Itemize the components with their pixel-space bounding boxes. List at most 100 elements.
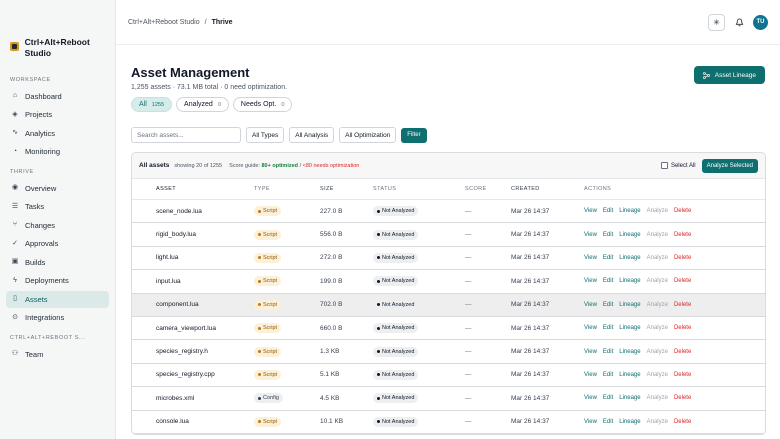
- edit-link[interactable]: Edit: [603, 278, 613, 284]
- lineage-link[interactable]: Lineage: [619, 419, 640, 425]
- sidebar-item-analytics[interactable]: ∿ Analytics: [6, 125, 109, 142]
- analyze-link[interactable]: Analyze: [647, 349, 668, 355]
- edit-link[interactable]: Edit: [603, 302, 613, 308]
- sidebar-item-tasks[interactable]: ☰ Tasks: [6, 198, 109, 215]
- filter-pill-needs-opt[interactable]: Needs Opt. 0: [232, 97, 293, 112]
- delete-link[interactable]: Delete: [674, 302, 691, 308]
- asset-lineage-button[interactable]: Asset Lineage: [693, 66, 765, 84]
- view-link[interactable]: View: [584, 395, 597, 401]
- analyze-link[interactable]: Analyze: [647, 372, 668, 378]
- table-row[interactable]: scene_node.lua Script 227.0 B Not Analyzed —…: [132, 200, 765, 224]
- delete-link[interactable]: Delete: [674, 278, 691, 284]
- sidebar-item-builds[interactable]: ▣ Builds: [6, 254, 109, 271]
- asset-name[interactable]: console.lua: [132, 418, 254, 425]
- view-link[interactable]: View: [584, 302, 597, 308]
- lineage-link[interactable]: Lineage: [619, 395, 640, 401]
- delete-link[interactable]: Delete: [674, 208, 691, 214]
- view-link[interactable]: View: [584, 278, 597, 284]
- avatar[interactable]: TU: [753, 14, 768, 30]
- edit-link[interactable]: Edit: [603, 349, 613, 355]
- table-row[interactable]: species_registry.h Script 1.3 KB Not Analyz…: [132, 340, 765, 364]
- search-input[interactable]: Search assets...: [131, 127, 241, 143]
- analyze-link[interactable]: Analyze: [647, 325, 668, 331]
- edit-link[interactable]: Edit: [603, 325, 613, 331]
- asset-name[interactable]: microbes.xml: [132, 395, 254, 402]
- sidebar-item-monitoring[interactable]: ◔ Monitoring: [6, 143, 109, 160]
- table-row[interactable]: component.lua Script 702.0 B Not Analyzed — M…: [132, 293, 765, 317]
- col-type[interactable]: TYPE: [254, 186, 320, 192]
- edit-link[interactable]: Edit: [603, 419, 613, 425]
- delete-link[interactable]: Delete: [674, 372, 691, 378]
- table-row[interactable]: input.lua Script 199.0 B Not Analyzed — Mar 2…: [132, 270, 765, 294]
- delete-link[interactable]: Delete: [674, 395, 691, 401]
- view-link[interactable]: View: [584, 255, 597, 261]
- lineage-link[interactable]: Lineage: [619, 208, 640, 214]
- select-all-checkbox[interactable]: [660, 162, 668, 169]
- col-size[interactable]: SIZE: [320, 186, 373, 192]
- delete-link[interactable]: Delete: [674, 349, 691, 355]
- analyze-link[interactable]: Analyze: [647, 232, 668, 238]
- delete-link[interactable]: Delete: [674, 325, 691, 331]
- analyze-link[interactable]: Analyze: [647, 395, 668, 401]
- table-row[interactable]: microbes.xml Config 4.5 KB Not Analyzed — Mar…: [132, 387, 765, 411]
- lineage-link[interactable]: Lineage: [619, 232, 640, 238]
- sidebar-item-changes[interactable]: ⑂ Changes: [6, 217, 109, 234]
- notifications-button[interactable]: [733, 16, 745, 28]
- theme-toggle-button[interactable]: ✳: [708, 13, 725, 31]
- filter-pill-all[interactable]: All 1255: [131, 97, 173, 112]
- sidebar-item-assets[interactable]: ▯ Assets: [6, 290, 109, 308]
- sidebar-item-deployments[interactable]: ϟ Deployments: [6, 272, 109, 289]
- table-row[interactable]: species_registry.cpp Script 5.1 KB Not Anal…: [132, 364, 765, 388]
- col-status[interactable]: STATUS: [373, 186, 465, 192]
- col-created[interactable]: CREATED: [511, 186, 584, 192]
- analyze-link[interactable]: Analyze: [647, 419, 668, 425]
- optimization-select[interactable]: All Optimization: [339, 127, 397, 143]
- lineage-link[interactable]: Lineage: [619, 278, 640, 284]
- filter-pill-analyzed[interactable]: Analyzed 0: [176, 97, 229, 112]
- analyze-link[interactable]: Analyze: [647, 208, 668, 214]
- view-link[interactable]: View: [584, 325, 597, 331]
- col-asset[interactable]: ASSET: [132, 186, 254, 192]
- lineage-link[interactable]: Lineage: [619, 325, 640, 331]
- type-select[interactable]: All Types: [246, 127, 285, 143]
- edit-link[interactable]: Edit: [603, 232, 613, 238]
- asset-name[interactable]: species_registry.h: [132, 348, 254, 355]
- filter-button[interactable]: Filter: [401, 127, 427, 143]
- analyze-link[interactable]: Analyze: [647, 278, 668, 284]
- edit-link[interactable]: Edit: [603, 372, 613, 378]
- lineage-link[interactable]: Lineage: [619, 349, 640, 355]
- analysis-select[interactable]: All Analysis: [289, 127, 335, 143]
- sidebar-item-overview[interactable]: ◉ Overview: [6, 180, 109, 197]
- view-link[interactable]: View: [584, 372, 597, 378]
- table-row[interactable]: console.lua Script 10.1 KB Not Analyzed — Mar…: [132, 411, 765, 434]
- table-row[interactable]: rigid_body.lua Script 556.0 B Not Analyzed —…: [132, 223, 765, 247]
- sidebar-item-dashboard[interactable]: ⌂ Dashboard: [6, 88, 109, 105]
- analyze-selected-button[interactable]: Analyze Selected: [701, 158, 758, 173]
- col-score[interactable]: SCORE: [465, 186, 511, 192]
- view-link[interactable]: View: [584, 419, 597, 425]
- sidebar-item-projects[interactable]: ◈ Projects: [6, 106, 109, 123]
- lineage-link[interactable]: Lineage: [619, 302, 640, 308]
- asset-name[interactable]: species_registry.cpp: [132, 371, 254, 378]
- asset-name[interactable]: input.lua: [132, 278, 254, 285]
- asset-name[interactable]: scene_node.lua: [132, 208, 254, 215]
- table-row[interactable]: camera_viewport.lua Script 660.0 B Not Anal…: [132, 317, 765, 341]
- view-link[interactable]: View: [584, 208, 597, 214]
- delete-link[interactable]: Delete: [674, 419, 691, 425]
- analyze-link[interactable]: Analyze: [647, 255, 668, 261]
- select-all[interactable]: Select All: [660, 162, 696, 169]
- sidebar-item-approvals[interactable]: ✓ Approvals: [6, 235, 109, 252]
- brand[interactable]: Ctrl+Alt+Reboot Studio: [0, 0, 115, 68]
- view-link[interactable]: View: [584, 349, 597, 355]
- table-row[interactable]: light.lua Script 272.0 B Not Analyzed — Mar 2…: [132, 247, 765, 271]
- asset-name[interactable]: component.lua: [132, 301, 254, 308]
- asset-name[interactable]: camera_viewport.lua: [132, 325, 254, 332]
- breadcrumb-org[interactable]: Ctrl+Alt+Reboot Studio: [128, 19, 200, 26]
- sidebar-item-integrations[interactable]: ⊙ Integrations: [6, 309, 109, 326]
- delete-link[interactable]: Delete: [674, 255, 691, 261]
- asset-name[interactable]: light.lua: [132, 254, 254, 261]
- delete-link[interactable]: Delete: [674, 232, 691, 238]
- lineage-link[interactable]: Lineage: [619, 372, 640, 378]
- edit-link[interactable]: Edit: [603, 208, 613, 214]
- view-link[interactable]: View: [584, 232, 597, 238]
